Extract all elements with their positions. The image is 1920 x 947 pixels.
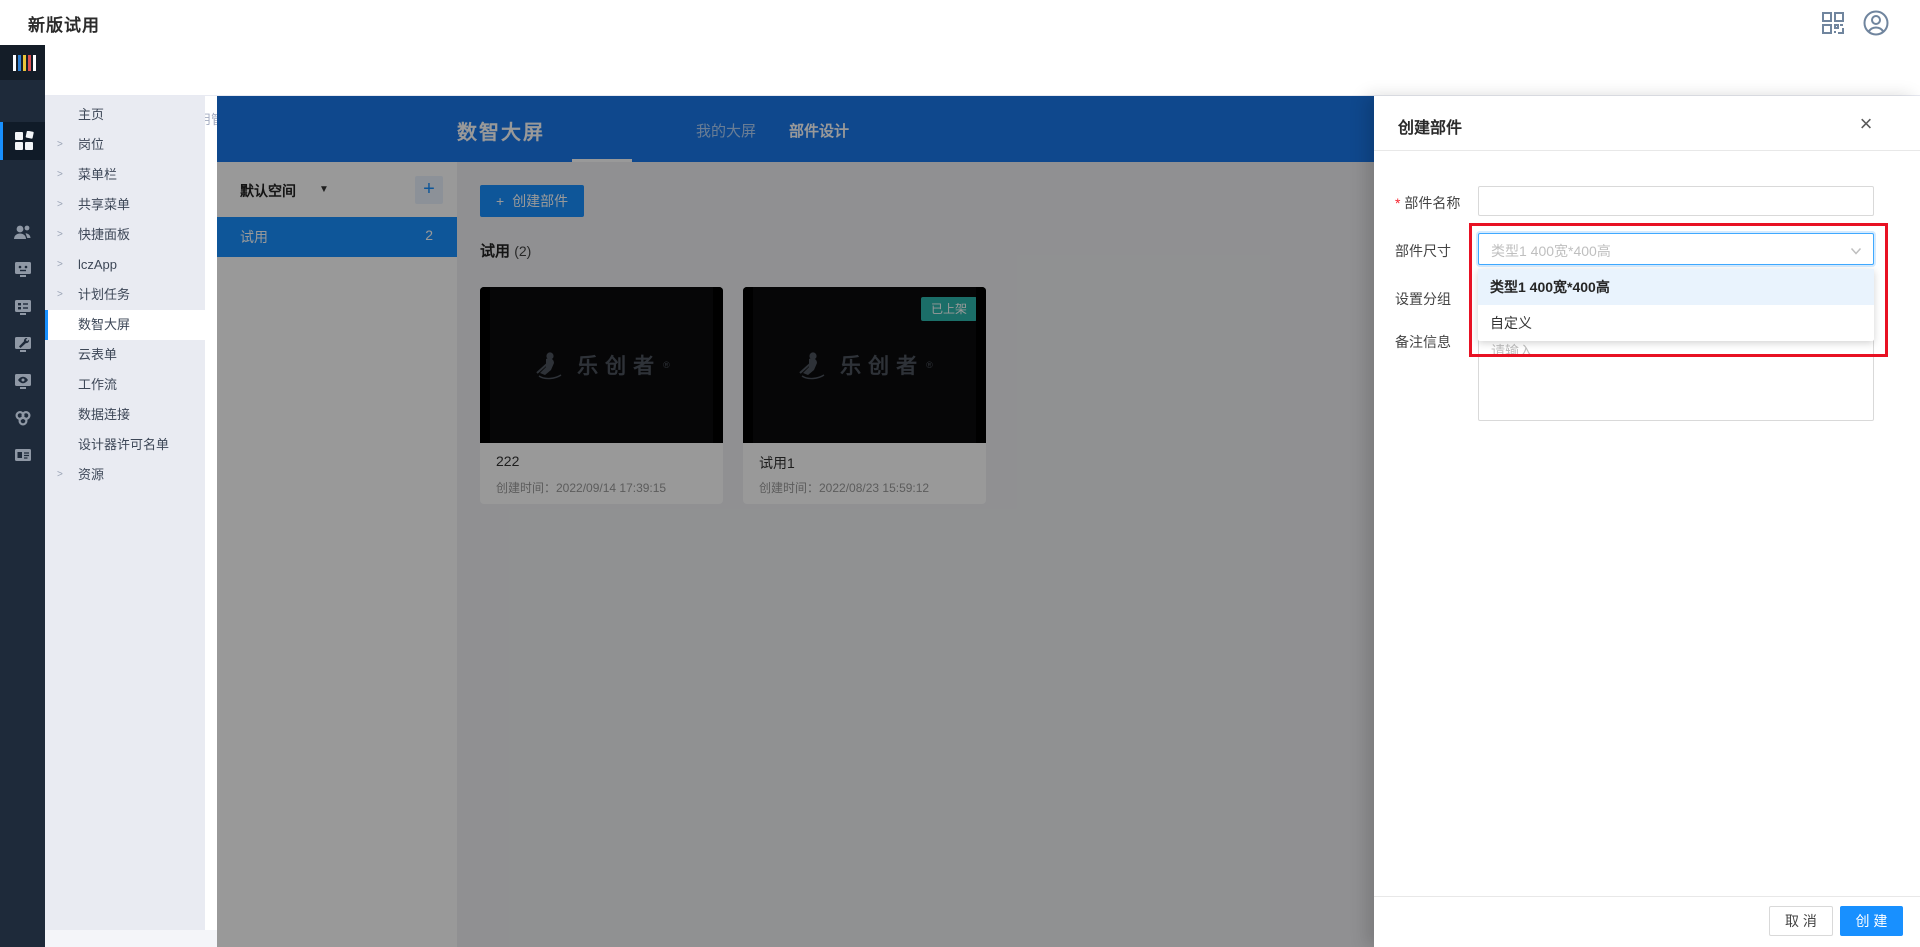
divider [1374, 150, 1920, 151]
chevron-right-icon: > [57, 220, 63, 250]
icon-strip [0, 45, 45, 947]
logo-bars-icon[interactable] [0, 45, 45, 80]
create-button[interactable]: 创 建 [1840, 906, 1903, 936]
chevron-right-icon: > [57, 460, 63, 490]
chevron-right-icon: > [57, 130, 63, 160]
user-avatar-icon[interactable] [1862, 9, 1890, 37]
sidebar-item-smart-screen[interactable]: 数智大屏 [45, 310, 205, 340]
widget-size-select[interactable]: 类型1 400宽*400高 [1478, 233, 1874, 265]
sidebar-item-workflow[interactable]: 工作流 [45, 370, 205, 400]
sidebar-item-post[interactable]: >岗位 [45, 130, 205, 160]
chevron-right-icon: > [57, 160, 63, 190]
sidebar-item-menubar[interactable]: >菜单栏 [45, 160, 205, 190]
note-textarea[interactable]: 请输入 [1478, 333, 1874, 421]
size-option-custom[interactable]: 自定义 [1478, 305, 1874, 341]
app-sidebar: 主页 >岗位 >菜单栏 >共享菜单 >快捷面板 >lczApp >计划任务 数智… [45, 96, 205, 947]
field-label-widget-size: 部件尺寸 [1395, 241, 1451, 261]
app-window: 新版试用 首页 ▶ 应用管理 ▶ [0, 0, 1920, 947]
sidebar-item-resources[interactable]: >资源 [45, 460, 205, 490]
size-select-placeholder: 类型1 400宽*400高 [1491, 241, 1611, 261]
note-placeholder: 请输入 [1491, 341, 1533, 361]
monitor-eye-icon[interactable] [0, 362, 45, 400]
field-label-group: 设置分组 [1395, 289, 1451, 309]
sidebar-item-home[interactable]: 主页 [45, 100, 205, 130]
size-dropdown-menu: 类型1 400宽*400高 自定义 [1478, 269, 1874, 341]
sidebar-item-shared-menu[interactable]: >共享菜单 [45, 190, 205, 220]
sidebar-item-designer-allowlist[interactable]: 设计器许可名单 [45, 430, 205, 460]
users-icon[interactable] [0, 213, 45, 251]
clover-icon[interactable] [0, 399, 45, 437]
breadcrumb-row: 首页 ▶ 应用管理 ▶ 数智大屏实例 × [45, 45, 1920, 96]
monitor-face-icon[interactable] [0, 250, 45, 288]
divider [1374, 896, 1920, 897]
drawer-close-icon[interactable]: × [1852, 110, 1880, 138]
qr-code-icon[interactable] [1820, 10, 1846, 36]
chevron-right-icon: > [57, 190, 63, 220]
sidebar-item-lczapp[interactable]: >lczApp [45, 250, 205, 280]
field-label-widget-name: 部件名称 [1395, 193, 1460, 213]
cancel-button[interactable]: 取 消 [1769, 906, 1833, 936]
footer-strip [45, 930, 217, 947]
id-card-icon[interactable] [0, 436, 45, 474]
chevron-right-icon: > [57, 280, 63, 310]
sidebar-item-scheduled-tasks[interactable]: >计划任务 [45, 280, 205, 310]
monitor-list-icon[interactable] [0, 288, 45, 326]
sidebar-item-quick-panel[interactable]: >快捷面板 [45, 220, 205, 250]
widget-name-input[interactable] [1478, 186, 1874, 216]
create-widget-drawer: 创建部件 × 部件名称 部件尺寸 类型1 400宽*400高 设置分组 备注信息… [1374, 96, 1920, 947]
chevron-down-icon [1850, 244, 1862, 262]
monitor-wrench-icon[interactable] [0, 325, 45, 363]
apps-grid-selected[interactable] [0, 122, 45, 160]
chevron-right-icon: > [57, 250, 63, 280]
top-bar: 新版试用 [0, 0, 1920, 45]
sidebar-item-data-connection[interactable]: 数据连接 [45, 400, 205, 430]
field-label-note: 备注信息 [1395, 332, 1451, 352]
size-option-type1[interactable]: 类型1 400宽*400高 [1478, 269, 1874, 305]
sidebar-item-cloud-form[interactable]: 云表单 [45, 340, 205, 370]
drawer-title: 创建部件 [1398, 114, 1462, 138]
app-title: 新版试用 [28, 11, 100, 36]
